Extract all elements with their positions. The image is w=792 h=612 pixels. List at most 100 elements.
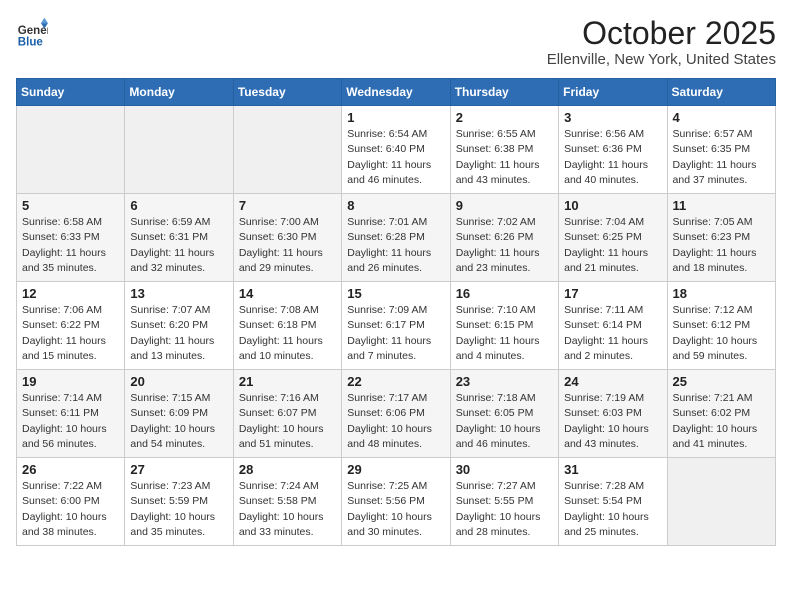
svg-text:Blue: Blue xyxy=(18,36,44,48)
weekday-header-thursday: Thursday xyxy=(450,79,558,106)
calendar-cell: 28 Sunrise: 7:24 AMSunset: 5:58 PMDayligh… xyxy=(233,458,341,546)
day-info: Sunrise: 7:12 AMSunset: 6:12 PMDaylight:… xyxy=(673,303,770,364)
day-info: Sunrise: 6:57 AMSunset: 6:35 PMDaylight:… xyxy=(673,127,770,188)
calendar-cell: 6 Sunrise: 6:59 AMSunset: 6:31 PMDaylight… xyxy=(125,194,233,282)
day-info: Sunrise: 7:07 AMSunset: 6:20 PMDaylight:… xyxy=(130,303,227,364)
day-info: Sunrise: 7:24 AMSunset: 5:58 PMDaylight:… xyxy=(239,479,336,540)
day-number: 5 xyxy=(22,198,119,213)
week-row-3: 12Sunrise: 7:06 AMSunset: 6:22 PMDayligh… xyxy=(17,282,776,370)
day-info: Sunrise: 7:10 AMSunset: 6:15 PMDaylight:… xyxy=(456,303,553,364)
day-number: 2 xyxy=(456,110,553,125)
day-number: 8 xyxy=(347,198,444,213)
calendar-cell: 21 Sunrise: 7:16 AMSunset: 6:07 PMDayligh… xyxy=(233,370,341,458)
calendar-cell: 13 Sunrise: 7:07 AMSunset: 6:20 PMDayligh… xyxy=(125,282,233,370)
calendar-cell: 23 Sunrise: 7:18 AMSunset: 6:05 PMDayligh… xyxy=(450,370,558,458)
day-number: 28 xyxy=(239,462,336,477)
day-info: Sunrise: 7:27 AMSunset: 5:55 PMDaylight:… xyxy=(456,479,553,540)
day-info: Sunrise: 7:19 AMSunset: 6:03 PMDaylight:… xyxy=(564,391,661,452)
day-number: 12 xyxy=(22,286,119,301)
weekday-header-friday: Friday xyxy=(559,79,667,106)
logo-icon: General Blue xyxy=(16,16,48,48)
day-number: 21 xyxy=(239,374,336,389)
day-number: 14 xyxy=(239,286,336,301)
calendar-title: October 2025 xyxy=(547,16,776,51)
calendar-cell: 22Sunrise: 7:17 AMSunset: 6:06 PMDayligh… xyxy=(342,370,450,458)
day-number: 11 xyxy=(673,198,770,213)
calendar-cell: 15Sunrise: 7:09 AMSunset: 6:17 PMDayligh… xyxy=(342,282,450,370)
calendar-cell: 12Sunrise: 7:06 AMSunset: 6:22 PMDayligh… xyxy=(17,282,125,370)
day-number: 29 xyxy=(347,462,444,477)
logo: General Blue xyxy=(16,16,48,48)
day-number: 26 xyxy=(22,462,119,477)
day-number: 27 xyxy=(130,462,227,477)
day-info: Sunrise: 7:09 AMSunset: 6:17 PMDaylight:… xyxy=(347,303,444,364)
calendar-cell: 19Sunrise: 7:14 AMSunset: 6:11 PMDayligh… xyxy=(17,370,125,458)
day-number: 3 xyxy=(564,110,661,125)
day-info: Sunrise: 7:23 AMSunset: 5:59 PMDaylight:… xyxy=(130,479,227,540)
day-number: 9 xyxy=(456,198,553,213)
calendar-cell: 18 Sunrise: 7:12 AMSunset: 6:12 PMDayligh… xyxy=(667,282,775,370)
day-info: Sunrise: 7:22 AMSunset: 6:00 PMDaylight:… xyxy=(22,479,119,540)
week-row-4: 19Sunrise: 7:14 AMSunset: 6:11 PMDayligh… xyxy=(17,370,776,458)
week-row-1: 1Sunrise: 6:54 AMSunset: 6:40 PMDaylight… xyxy=(17,106,776,194)
weekday-header-row: SundayMondayTuesdayWednesdayThursdayFrid… xyxy=(17,79,776,106)
day-info: Sunrise: 7:11 AMSunset: 6:14 PMDaylight:… xyxy=(564,303,661,364)
day-number: 18 xyxy=(673,286,770,301)
day-number: 31 xyxy=(564,462,661,477)
calendar-table: SundayMondayTuesdayWednesdayThursdayFrid… xyxy=(16,78,776,546)
day-number: 23 xyxy=(456,374,553,389)
calendar-cell: 31Sunrise: 7:28 AMSunset: 5:54 PMDayligh… xyxy=(559,458,667,546)
calendar-cell: 4Sunrise: 6:57 AMSunset: 6:35 PMDaylight… xyxy=(667,106,775,194)
calendar-cell: 26 Sunrise: 7:22 AMSunset: 6:00 PMDayligh… xyxy=(17,458,125,546)
day-info: Sunrise: 7:21 AMSunset: 6:02 PMDaylight:… xyxy=(673,391,770,452)
calendar-cell xyxy=(125,106,233,194)
week-row-5: 26 Sunrise: 7:22 AMSunset: 6:00 PMDayligh… xyxy=(17,458,776,546)
weekday-header-monday: Monday xyxy=(125,79,233,106)
day-info: Sunrise: 7:04 AMSunset: 6:25 PMDaylight:… xyxy=(564,215,661,276)
calendar-cell: 30 Sunrise: 7:27 AMSunset: 5:55 PMDayligh… xyxy=(450,458,558,546)
calendar-cell: 24 Sunrise: 7:19 AMSunset: 6:03 PMDayligh… xyxy=(559,370,667,458)
calendar-cell xyxy=(17,106,125,194)
day-info: Sunrise: 7:00 AMSunset: 6:30 PMDaylight:… xyxy=(239,215,336,276)
calendar-cell: 2 Sunrise: 6:55 AMSunset: 6:38 PMDaylight… xyxy=(450,106,558,194)
day-number: 16 xyxy=(456,286,553,301)
calendar-cell: 14Sunrise: 7:08 AMSunset: 6:18 PMDayligh… xyxy=(233,282,341,370)
calendar-cell: 9Sunrise: 7:02 AMSunset: 6:26 PMDaylight… xyxy=(450,194,558,282)
day-number: 7 xyxy=(239,198,336,213)
calendar-cell: 11 Sunrise: 7:05 AMSunset: 6:23 PMDayligh… xyxy=(667,194,775,282)
calendar-cell: 5 Sunrise: 6:58 AMSunset: 6:33 PMDaylight… xyxy=(17,194,125,282)
weekday-header-wednesday: Wednesday xyxy=(342,79,450,106)
day-info: Sunrise: 6:59 AMSunset: 6:31 PMDaylight:… xyxy=(130,215,227,276)
day-info: Sunrise: 7:15 AMSunset: 6:09 PMDaylight:… xyxy=(130,391,227,452)
day-number: 22 xyxy=(347,374,444,389)
weekday-header-sunday: Sunday xyxy=(17,79,125,106)
day-number: 30 xyxy=(456,462,553,477)
calendar-cell: 10 Sunrise: 7:04 AMSunset: 6:25 PMDayligh… xyxy=(559,194,667,282)
day-info: Sunrise: 6:56 AMSunset: 6:36 PMDaylight:… xyxy=(564,127,661,188)
calendar-subtitle: Ellenville, New York, United States xyxy=(547,51,776,68)
calendar-cell: 8 Sunrise: 7:01 AMSunset: 6:28 PMDaylight… xyxy=(342,194,450,282)
title-block: October 2025 Ellenville, New York, Unite… xyxy=(547,16,776,68)
day-info: Sunrise: 6:55 AMSunset: 6:38 PMDaylight:… xyxy=(456,127,553,188)
calendar-cell: 17 Sunrise: 7:11 AMSunset: 6:14 PMDayligh… xyxy=(559,282,667,370)
day-info: Sunrise: 7:16 AMSunset: 6:07 PMDaylight:… xyxy=(239,391,336,452)
day-info: Sunrise: 7:05 AMSunset: 6:23 PMDaylight:… xyxy=(673,215,770,276)
week-row-2: 5 Sunrise: 6:58 AMSunset: 6:33 PMDaylight… xyxy=(17,194,776,282)
day-info: Sunrise: 7:18 AMSunset: 6:05 PMDaylight:… xyxy=(456,391,553,452)
day-number: 6 xyxy=(130,198,227,213)
calendar-cell: 16 Sunrise: 7:10 AMSunset: 6:15 PMDayligh… xyxy=(450,282,558,370)
calendar-cell: 7 Sunrise: 7:00 AMSunset: 6:30 PMDaylight… xyxy=(233,194,341,282)
day-number: 13 xyxy=(130,286,227,301)
calendar-cell: 1Sunrise: 6:54 AMSunset: 6:40 PMDaylight… xyxy=(342,106,450,194)
page-header: General Blue October 2025 Ellenville, Ne… xyxy=(16,16,776,68)
day-number: 17 xyxy=(564,286,661,301)
day-info: Sunrise: 7:01 AMSunset: 6:28 PMDaylight:… xyxy=(347,215,444,276)
calendar-cell: 20Sunrise: 7:15 AMSunset: 6:09 PMDayligh… xyxy=(125,370,233,458)
calendar-cell: 29 Sunrise: 7:25 AMSunset: 5:56 PMDayligh… xyxy=(342,458,450,546)
day-number: 24 xyxy=(564,374,661,389)
day-number: 10 xyxy=(564,198,661,213)
weekday-header-tuesday: Tuesday xyxy=(233,79,341,106)
day-number: 1 xyxy=(347,110,444,125)
day-info: Sunrise: 6:58 AMSunset: 6:33 PMDaylight:… xyxy=(22,215,119,276)
day-info: Sunrise: 7:25 AMSunset: 5:56 PMDaylight:… xyxy=(347,479,444,540)
